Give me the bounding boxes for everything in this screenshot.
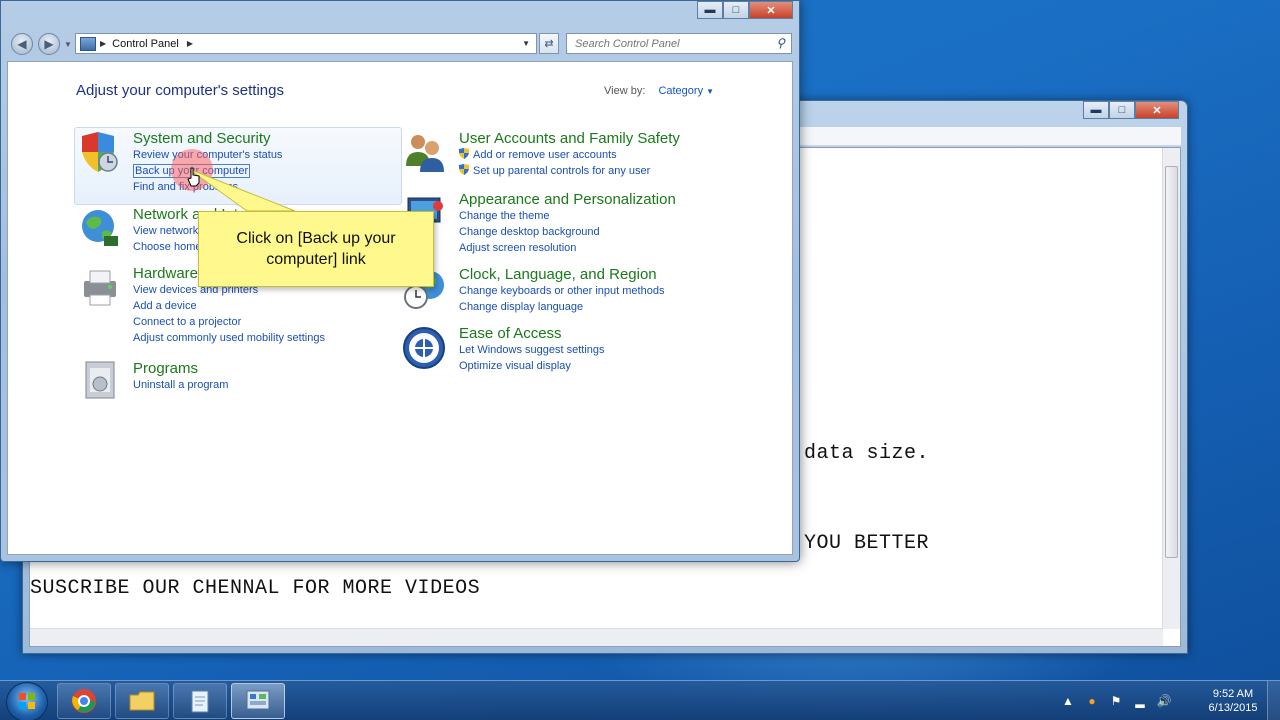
shield-icon	[82, 132, 118, 172]
system-tray: ▲ ● ⚑ ▂ 🔊	[1060, 681, 1172, 720]
parental-controls-text[interactable]: Set up parental controls for any user	[473, 165, 650, 177]
system-clock[interactable]: 9:52 AM 6/13/2015	[1202, 687, 1264, 715]
view-by: View by: Category ▼	[604, 85, 714, 97]
breadcrumb-separator-icon: ▶	[186, 39, 193, 48]
connect-projector-link[interactable]: Connect to a projector	[133, 314, 325, 330]
clock-date: 6/13/2015	[1208, 702, 1258, 714]
add-remove-accounts-link[interactable]: Add or remove user accounts	[459, 147, 680, 163]
maximize-button[interactable]: □	[723, 1, 749, 19]
folder-icon	[129, 691, 155, 711]
uac-shield-icon	[459, 164, 469, 175]
view-by-label: View by:	[604, 85, 646, 97]
show-hidden-icons-icon[interactable]: ▲	[1060, 693, 1076, 709]
back-button[interactable]: ◀	[11, 33, 33, 55]
scrollbar-thumb[interactable]	[1165, 166, 1178, 558]
clock-language-link[interactable]: Clock, Language, and Region	[459, 266, 664, 283]
users-icon	[406, 135, 444, 172]
refresh-button[interactable]: ⇄	[539, 33, 559, 54]
view-by-value[interactable]: Category	[658, 85, 703, 97]
control-panel-icon	[246, 690, 270, 710]
category-clock-language: Clock, Language, and Region Change keybo…	[459, 266, 664, 315]
page-title: Adjust your computer's settings	[76, 82, 284, 99]
programs-icon	[85, 361, 115, 399]
category-ease-of-access: Ease of Access Let Windows suggest setti…	[459, 325, 605, 374]
tutorial-callout: Click on [Back up your computer] link	[198, 211, 434, 287]
text-line: SUSCRIBE OUR CHENNAL FOR MORE VIDEOS	[30, 577, 481, 600]
adjust-resolution-link[interactable]: Adjust screen resolution	[459, 240, 676, 256]
minimize-button[interactable]: ▬	[697, 1, 723, 19]
uninstall-program-link[interactable]: Uninstall a program	[133, 377, 228, 393]
change-theme-link[interactable]: Change the theme	[459, 208, 676, 224]
breadcrumb-control-panel[interactable]: Control Panel	[112, 38, 179, 50]
chevron-down-icon[interactable]: ▼	[706, 87, 714, 96]
taskbar-notepad[interactable]	[173, 683, 227, 719]
cp-caption-buttons: ▬ □ ✕	[697, 1, 793, 19]
text-line: YOU BETTER	[804, 532, 930, 555]
globe-network-icon	[82, 210, 118, 246]
search-icon[interactable]: ⚲	[776, 36, 785, 50]
action-center-flag-icon[interactable]: ⚑	[1108, 693, 1124, 709]
search-input[interactable]	[573, 36, 767, 51]
add-remove-accounts-text[interactable]: Add or remove user accounts	[473, 149, 617, 161]
mobility-settings-link[interactable]: Adjust commonly used mobility settings	[133, 330, 325, 346]
change-display-language-link[interactable]: Change display language	[459, 299, 664, 315]
taskbar-chrome[interactable]	[57, 683, 111, 719]
address-dropdown-icon[interactable]: ▼	[522, 39, 530, 48]
appearance-link[interactable]: Appearance and Personalization	[459, 191, 676, 208]
taskbar-explorer[interactable]	[115, 683, 169, 719]
text-line: data size.	[804, 442, 930, 465]
volume-icon[interactable]: 🔊	[1156, 693, 1172, 709]
category-user-accounts: User Accounts and Family Safety Add or r…	[459, 130, 680, 179]
uac-shield-icon	[459, 148, 469, 159]
control-panel-content: Adjust your computer's settings View by:…	[7, 61, 793, 555]
tray-app-icon[interactable]: ●	[1084, 693, 1100, 709]
change-background-link[interactable]: Change desktop background	[459, 224, 676, 240]
category-programs: Programs Uninstall a program	[133, 360, 228, 393]
ease-of-access-icon	[403, 327, 445, 369]
forward-button[interactable]: ▶	[38, 33, 60, 55]
start-button[interactable]	[6, 682, 48, 720]
change-keyboards-link[interactable]: Change keyboards or other input methods	[459, 283, 664, 299]
system-and-security-link[interactable]: System and Security	[133, 130, 282, 147]
control-panel-small-icon	[80, 36, 96, 51]
maximize-button[interactable]: □	[1109, 101, 1135, 119]
ease-of-access-link[interactable]: Ease of Access	[459, 325, 605, 342]
add-device-link[interactable]: Add a device	[133, 298, 325, 314]
minimize-button[interactable]: ▬	[1083, 101, 1109, 119]
parental-controls-link[interactable]: Set up parental controls for any user	[459, 163, 680, 179]
windows-suggest-settings-link[interactable]: Let Windows suggest settings	[459, 342, 605, 358]
close-button[interactable]: ✕	[749, 1, 793, 19]
search-box[interactable]: ⚲	[566, 33, 792, 54]
breadcrumb-separator-icon: ▶	[100, 39, 107, 48]
close-button[interactable]: ✕	[1135, 101, 1179, 119]
chrome-icon	[72, 689, 96, 713]
address-bar[interactable]: ▶ Control Panel ▶ ▼	[75, 33, 537, 54]
taskbar: ▲ ● ⚑ ▂ 🔊 9:52 AM 6/13/2015	[0, 680, 1280, 720]
network-signal-icon[interactable]: ▂	[1132, 693, 1148, 709]
optimize-visual-display-link[interactable]: Optimize visual display	[459, 358, 605, 374]
show-desktop-button[interactable]	[1267, 681, 1280, 720]
category-appearance: Appearance and Personalization Change th…	[459, 191, 676, 256]
windows-logo-icon	[19, 693, 35, 709]
clock-time: 9:52 AM	[1212, 688, 1254, 700]
printer-icon	[84, 270, 116, 306]
taskbar-control-panel[interactable]	[231, 683, 285, 719]
notepad-icon	[191, 690, 209, 713]
control-panel-window[interactable]: ▬ □ ✕ ◀ ▶ ▼ ▶ Control Panel ▶ ▼ ⇄ ⚲ Adju…	[0, 0, 800, 562]
notepad-caption-buttons: ▬ □ ✕	[1083, 101, 1179, 119]
programs-link[interactable]: Programs	[133, 360, 228, 377]
horizontal-scrollbar[interactable]	[30, 628, 1163, 646]
hand-cursor-icon	[187, 167, 200, 187]
recent-pages-dropdown[interactable]: ▼	[63, 33, 73, 55]
user-accounts-link[interactable]: User Accounts and Family Safety	[459, 130, 680, 147]
vertical-scrollbar[interactable]	[1162, 148, 1180, 629]
view-by-dropdown[interactable]: Category ▼	[658, 85, 714, 97]
